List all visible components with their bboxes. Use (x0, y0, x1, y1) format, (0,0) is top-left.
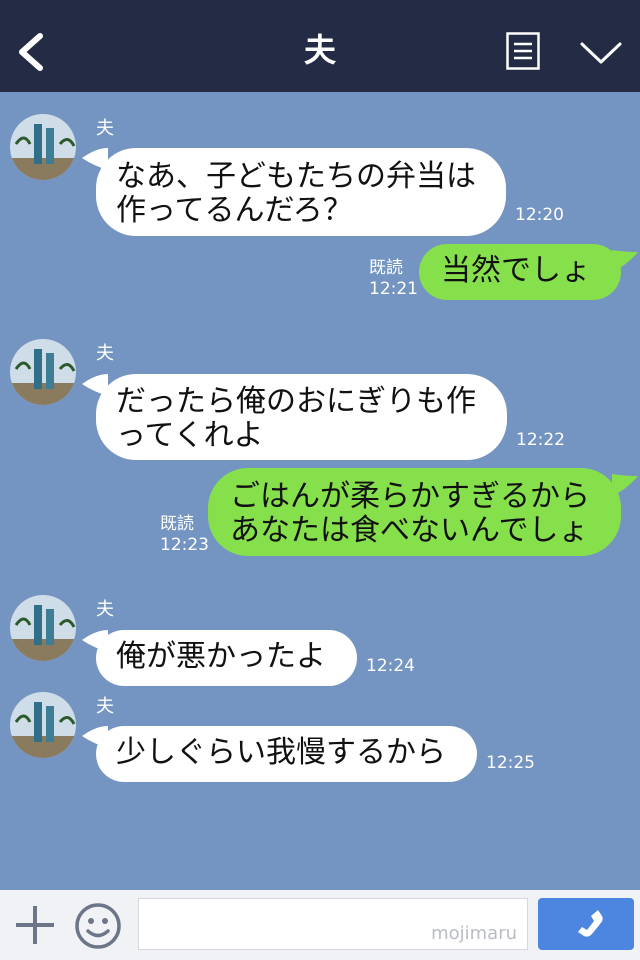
message-bubble-outgoing[interactable]: ごはんが柔らかすぎるから あなたは食べないんでしょ (208, 468, 621, 556)
sender-name: 夫 (96, 696, 114, 717)
bubble-tail (612, 250, 638, 272)
sender-name: 夫 (96, 599, 114, 620)
message-meta: 既読 12:21 (369, 258, 418, 300)
bubble-tail (612, 474, 638, 496)
message-bubble-incoming[interactable]: 少しぐらい我慢するから (96, 726, 477, 782)
message-bubble-incoming[interactable]: なあ、子どもたちの弁当は 作ってるんだろ？ (96, 148, 506, 236)
emoji-icon[interactable] (74, 902, 122, 950)
message-time: 12:24 (366, 656, 415, 676)
message-composer: mojimaru (0, 890, 640, 960)
avatar[interactable] (10, 339, 76, 405)
message-input[interactable]: mojimaru (138, 898, 528, 950)
message-time: 12:25 (486, 753, 535, 773)
message-time: 12:23 (160, 535, 209, 555)
message-time: 12:20 (515, 205, 564, 225)
notes-icon[interactable] (506, 32, 540, 70)
read-receipt: 既読 (160, 514, 194, 534)
chat-title: 夫 (303, 31, 336, 69)
watermark: mojimaru (431, 923, 517, 944)
message-bubble-outgoing[interactable]: 当然でしょ (419, 244, 621, 300)
plus-icon[interactable] (14, 904, 56, 946)
avatar[interactable] (10, 595, 76, 661)
chevron-down-icon[interactable] (578, 38, 624, 68)
call-button[interactable] (538, 898, 634, 950)
message-time: 12:21 (369, 279, 418, 299)
sender-name: 夫 (96, 343, 114, 364)
message-bubble-incoming[interactable]: 俺が悪かったよ (96, 630, 357, 686)
chat-header: 夫 (0, 0, 640, 92)
phone-icon (578, 910, 603, 937)
message-time: 12:22 (516, 430, 565, 450)
avatar[interactable] (10, 114, 76, 180)
message-bubble-incoming[interactable]: だったら俺のおにぎりも作 ってくれよ (96, 374, 507, 460)
message-meta: 既読 12:23 (160, 514, 209, 556)
avatar[interactable] (10, 692, 76, 758)
sender-name: 夫 (96, 118, 114, 139)
read-receipt: 既読 (369, 258, 403, 278)
